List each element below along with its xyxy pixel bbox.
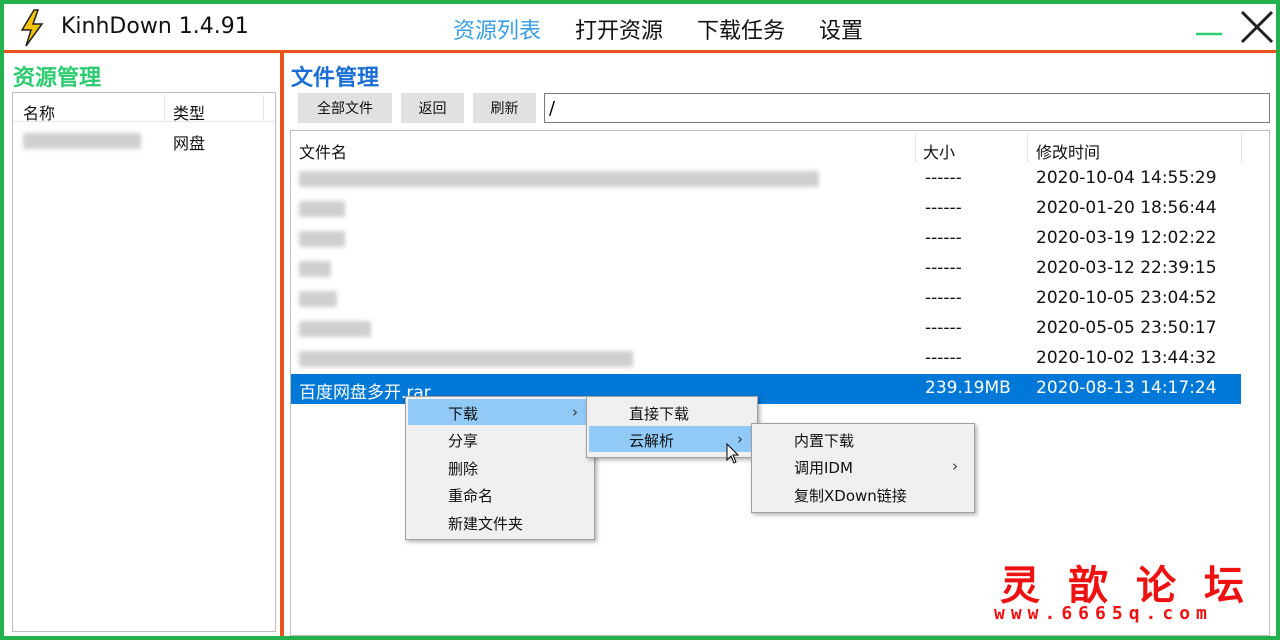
file-row[interactable]: ------ 2020-10-05 23:04:52 — [291, 284, 1241, 314]
file-size: ------ — [925, 288, 962, 308]
file-row[interactable]: ------ 2020-10-02 13:44:32 — [291, 344, 1241, 374]
left-panel-title: 资源管理 — [13, 66, 102, 91]
file-time: 2020-08-13 14:17:24 — [1036, 378, 1217, 398]
title-bar: KinhDown 1.4.91 资源列表 打开资源 下载任务 设置 — [4, 4, 1276, 50]
tab-open-resource[interactable]: 打开资源 — [575, 13, 663, 45]
column-divider[interactable] — [164, 95, 165, 121]
menu-item-label: 重命名 — [448, 487, 494, 505]
file-size: ------ — [925, 228, 962, 248]
chevron-right-icon: › — [952, 457, 958, 475]
minimize-icon[interactable] — [1194, 12, 1224, 42]
close-icon[interactable] — [1238, 8, 1276, 46]
all-files-button[interactable]: 全部文件 — [298, 93, 392, 123]
column-divider[interactable] — [1241, 133, 1242, 163]
menu-item-direct-download[interactable]: 直接下载 — [589, 399, 755, 425]
menu-item-builtin-download[interactable]: 内置下载 — [754, 426, 972, 452]
file-time: 2020-01-20 18:56:44 — [1036, 198, 1217, 218]
file-size: ------ — [925, 198, 962, 218]
menu-item-rename[interactable]: 重命名 — [408, 481, 592, 507]
file-name-blurred — [299, 201, 345, 217]
column-divider[interactable] — [1027, 133, 1028, 163]
right-panel-title: 文件管理 — [291, 66, 380, 91]
file-size: 239.19MB — [925, 378, 1011, 398]
resource-list-header: 名称 类型 — [13, 93, 275, 124]
menu-item-label: 复制XDown链接 — [794, 487, 907, 505]
menu-item-label: 内置下载 — [794, 432, 855, 450]
file-name-blurred — [299, 351, 633, 367]
file-time: 2020-03-19 12:02:22 — [1036, 228, 1217, 248]
file-size: ------ — [925, 258, 962, 278]
menu-item-share[interactable]: 分享 — [408, 426, 592, 452]
menu-item-label: 下载 — [448, 405, 479, 423]
menu-item-delete[interactable]: 删除 — [408, 454, 592, 480]
tab-resource-list[interactable]: 资源列表 — [453, 13, 541, 45]
back-button[interactable]: 返回 — [401, 93, 464, 123]
menu-item-new-folder[interactable]: 新建文件夹 — [408, 509, 592, 535]
refresh-button[interactable]: 刷新 — [473, 93, 536, 123]
file-row[interactable]: ------ 2020-03-12 22:39:15 — [291, 254, 1241, 284]
menu-item-use-idm[interactable]: 调用IDM › — [754, 453, 972, 479]
file-time: 2020-10-02 13:44:32 — [1036, 348, 1217, 368]
menu-item-label: 云解析 — [629, 432, 675, 450]
column-divider[interactable] — [263, 95, 264, 121]
menu-item-label: 调用IDM — [794, 459, 853, 477]
column-header-size[interactable]: 大小 — [923, 139, 955, 163]
file-name-blurred — [299, 291, 337, 307]
column-divider[interactable] — [915, 133, 916, 163]
file-time: 2020-05-05 23:50:17 — [1036, 318, 1217, 338]
app-title: KinhDown 1.4.91 — [61, 14, 249, 39]
file-row[interactable]: ------ 2020-10-04 14:55:29 — [291, 164, 1241, 194]
cloud-parse-submenu: 内置下载 调用IDM › 复制XDown链接 — [751, 423, 975, 513]
nav-tabs: 资源列表 打开资源 下载任务 设置 — [453, 13, 863, 45]
file-row[interactable]: ------ 2020-03-19 12:02:22 — [291, 224, 1241, 254]
lightning-logo-icon — [16, 9, 48, 47]
file-time: 2020-03-12 22:39:15 — [1036, 258, 1217, 278]
resource-type: 网盘 — [173, 134, 206, 153]
file-row[interactable]: ------ 2020-05-05 23:50:17 — [291, 314, 1241, 344]
tab-settings[interactable]: 设置 — [819, 13, 863, 45]
file-name-blurred — [299, 171, 819, 187]
file-row[interactable]: ------ 2020-01-20 18:56:44 — [291, 194, 1241, 224]
menu-item-download[interactable]: 下载 › — [408, 399, 592, 425]
column-header-modified[interactable]: 修改时间 — [1036, 139, 1100, 163]
file-time: 2020-10-04 14:55:29 — [1036, 168, 1217, 188]
file-size: ------ — [925, 348, 962, 368]
file-size: ------ — [925, 318, 962, 338]
column-header-filename[interactable]: 文件名 — [299, 139, 347, 163]
menu-item-label: 新建文件夹 — [448, 515, 524, 533]
column-header-name[interactable]: 名称 — [23, 100, 55, 124]
menu-item-label: 分享 — [448, 432, 479, 450]
column-header-type[interactable]: 类型 — [173, 100, 205, 124]
file-name-blurred — [299, 321, 371, 337]
menu-item-label: 删除 — [448, 460, 479, 478]
path-input[interactable] — [544, 93, 1270, 123]
title-separator — [4, 50, 1276, 53]
context-menu: 下载 › 分享 删除 重命名 新建文件夹 — [405, 396, 595, 540]
file-time: 2020-10-05 23:04:52 — [1036, 288, 1217, 308]
watermark-url: www.6665q.com — [994, 603, 1213, 624]
chevron-right-icon: › — [572, 403, 578, 421]
file-name-blurred — [299, 261, 331, 277]
mouse-cursor-icon — [726, 443, 740, 464]
file-name-blurred — [299, 231, 345, 247]
menu-item-copy-xdown-link[interactable]: 复制XDown链接 — [754, 481, 972, 507]
file-size: ------ — [925, 168, 962, 188]
menu-item-label: 直接下载 — [629, 405, 690, 423]
resource-list: 名称 类型 网盘 — [12, 92, 276, 632]
tab-download-tasks[interactable]: 下载任务 — [697, 13, 785, 45]
panel-separator — [280, 53, 284, 636]
resource-name-blurred — [23, 133, 141, 149]
